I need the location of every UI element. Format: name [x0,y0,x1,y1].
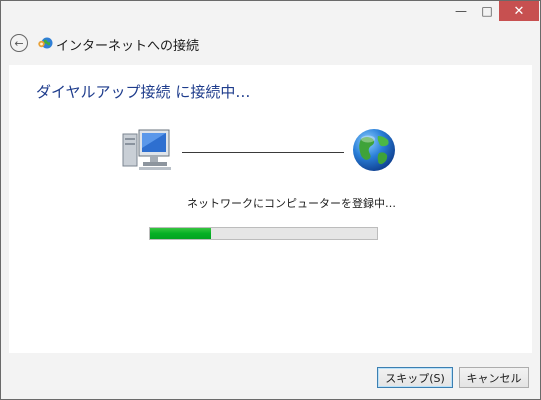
progress-fill [150,228,212,239]
status-text: ネットワークにコンピューターを登録中… [187,197,396,210]
minimize-button[interactable]: — [448,1,474,21]
progress-bar [149,227,378,240]
back-arrow-icon: ← [14,36,24,50]
title-bar: — □ ✕ [1,1,540,27]
skip-button-label: スキップ(S) [385,371,445,385]
globe-icon [353,129,395,171]
button-bar: スキップ(S) キャンセル [1,353,540,399]
close-icon: ✕ [513,3,525,19]
maximize-icon: □ [481,4,493,18]
cancel-button-label: キャンセル [466,371,522,385]
close-button[interactable]: ✕ [499,1,539,21]
back-button[interactable]: ← [10,34,28,52]
main-content: ダイヤルアップ接続 に接続中… ネットワークにコンピューターを登録中… [9,65,532,353]
maximize-button[interactable]: □ [474,1,500,21]
connecting-heading: ダイヤルアップ接続 に接続中… [36,83,251,101]
dialog-window: — □ ✕ ← インターネットへの接続 ダイヤルアップ接続 に接続中… ネットワ… [0,0,541,400]
computer-icon [122,129,171,170]
navigation-bar: ← インターネットへの接続 [1,27,540,65]
internet-connection-icon [38,37,53,49]
cancel-button[interactable]: キャンセル [459,367,529,388]
page-title: インターネットへの接続 [56,39,200,54]
skip-button[interactable]: スキップ(S) [377,367,453,388]
minimize-icon: — [455,4,467,18]
connection-line [182,152,344,153]
